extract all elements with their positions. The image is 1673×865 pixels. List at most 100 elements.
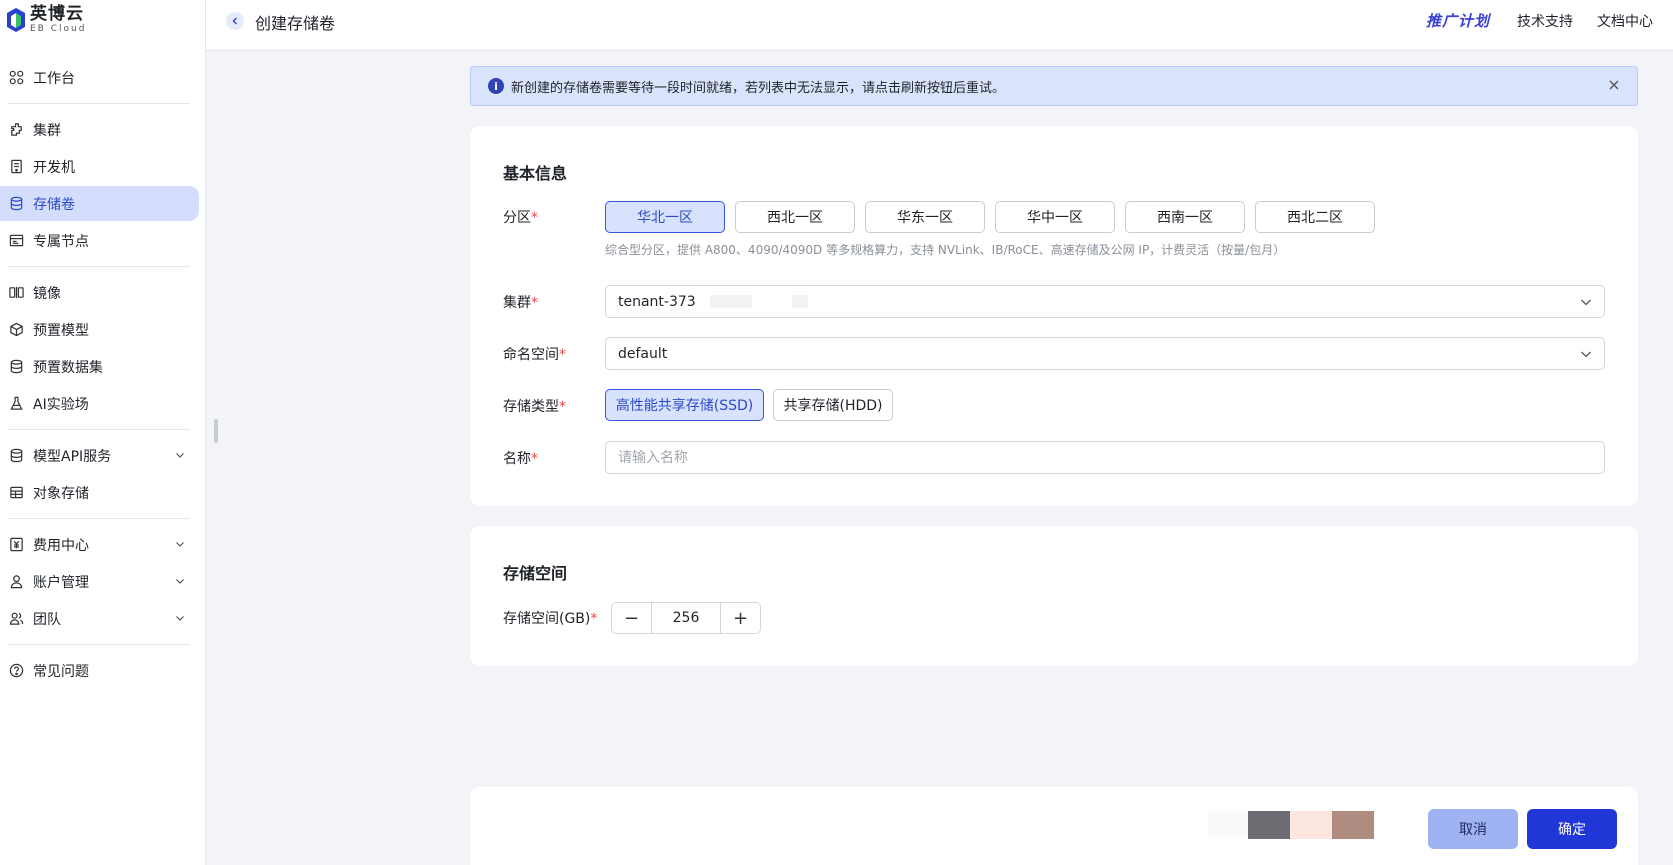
dashboard-icon xyxy=(8,70,24,86)
sidebar-item-label: 预置模型 xyxy=(33,322,89,339)
sidebar-item-label: 团队 xyxy=(33,611,61,628)
storage-size-stepper: − 256 + xyxy=(611,602,761,634)
storage-type-hdd-chip[interactable]: 共享存储(HDD) xyxy=(773,389,893,421)
region-chip-huazhong-1[interactable]: 华中一区 xyxy=(995,201,1115,233)
cluster-select[interactable]: tenant-373 xyxy=(605,285,1605,318)
cluster-label: 集群* xyxy=(503,292,538,312)
required-mark: * xyxy=(590,611,598,627)
sidebar-item-dedicated-node[interactable]: 专属节点 xyxy=(0,223,199,258)
chevron-down-icon xyxy=(176,579,184,584)
chevron-left-icon xyxy=(232,17,237,25)
sidebar-item-billing[interactable]: 费用中心 xyxy=(0,527,199,562)
required-mark: * xyxy=(531,295,538,311)
nav-divider xyxy=(8,103,190,104)
storage-type-ssd-chip[interactable]: 高性能共享存储(SSD) xyxy=(605,389,764,421)
nav-divider xyxy=(8,429,190,430)
decrement-button[interactable]: − xyxy=(612,603,651,633)
close-icon[interactable] xyxy=(1607,78,1621,92)
namespace-select[interactable]: default xyxy=(605,337,1605,370)
storage-type-label: 存储类型* xyxy=(503,396,566,416)
back-button[interactable] xyxy=(226,12,244,30)
confirm-button[interactable]: 确定 xyxy=(1527,809,1617,849)
storage-size-label: 存储空间(GB)* xyxy=(503,608,597,628)
sidebar-item-ai-lab[interactable]: AI实验场 xyxy=(0,386,199,421)
required-mark: * xyxy=(531,451,538,467)
brand-logo-icon xyxy=(7,8,25,32)
tech-support-link[interactable]: 技术支持 xyxy=(1517,11,1573,31)
database-icon xyxy=(8,196,24,212)
sidebar-nav: 工作台 集群 开发机 存储卷 专属节点 镜像 预置模型 预置数据集 AI实验场 … xyxy=(0,59,206,690)
sidebar-item-label: AI实验场 xyxy=(33,396,89,413)
docs-center-link[interactable]: 文档中心 xyxy=(1597,11,1653,31)
sidebar-item-label: 模型API服务 xyxy=(33,448,112,465)
sidebar-item-faq[interactable]: 常见问题 xyxy=(0,653,199,688)
sidebar-item-label: 工作台 xyxy=(33,70,75,87)
blurred-region xyxy=(1248,811,1290,839)
blurred-region xyxy=(1290,811,1332,839)
sidebar-resize-handle[interactable] xyxy=(214,419,218,443)
blurred-region xyxy=(1208,811,1250,839)
section-title: 基本信息 xyxy=(503,164,568,183)
storage-size-label-text: 存储空间(GB) xyxy=(503,611,591,627)
top-header: 创建存储卷 推广计划 技术支持 文档中心 xyxy=(206,0,1673,51)
sidebar-item-devbox[interactable]: 开发机 xyxy=(0,149,199,184)
brand-name-en: EB Cloud xyxy=(30,24,87,34)
sidebar-item-label: 存储卷 xyxy=(33,196,75,213)
image-icon xyxy=(8,285,24,301)
sidebar-item-storage-volume[interactable]: 存储卷 xyxy=(0,186,199,221)
cluster-label-text: 集群 xyxy=(503,295,531,311)
sidebar-item-preset-dataset[interactable]: 预置数据集 xyxy=(0,349,199,384)
region-chip-xinan-1[interactable]: 西南一区 xyxy=(1125,201,1245,233)
user-icon xyxy=(8,574,24,590)
dataset-icon xyxy=(8,359,24,375)
team-icon xyxy=(8,611,24,627)
promo-link[interactable]: 推广计划 xyxy=(1426,10,1490,31)
region-chip-xibei-1[interactable]: 西北一区 xyxy=(735,201,855,233)
cube-icon xyxy=(8,322,24,338)
name-input[interactable] xyxy=(605,441,1605,474)
region-chip-xibei-2[interactable]: 西北二区 xyxy=(1255,201,1375,233)
sidebar: 英博云 EB Cloud 工作台 集群 开发机 存储卷 专属节点 镜像 预置模型… xyxy=(0,0,206,865)
required-mark: * xyxy=(559,399,566,415)
brand-logo[interactable]: 英博云 EB Cloud xyxy=(6,6,86,34)
cancel-button[interactable]: 取消 xyxy=(1428,809,1518,849)
namespace-label-text: 命名空间 xyxy=(503,347,559,363)
region-chip-huadong-1[interactable]: 华东一区 xyxy=(865,201,985,233)
node-icon xyxy=(8,233,24,249)
chevron-down-icon xyxy=(176,453,184,458)
cluster-icon xyxy=(8,122,24,138)
yen-icon xyxy=(8,537,24,553)
nav-divider xyxy=(8,266,190,267)
chevron-down-icon xyxy=(1581,351,1591,358)
region-label-text: 分区 xyxy=(503,210,531,226)
sidebar-item-image[interactable]: 镜像 xyxy=(0,275,199,310)
sidebar-item-label: 常见问题 xyxy=(33,663,89,680)
name-label-text: 名称 xyxy=(503,451,531,467)
region-chip-huabei-1[interactable]: 华北一区 xyxy=(605,201,725,233)
sidebar-item-cluster[interactable]: 集群 xyxy=(0,112,199,147)
region-hint: 综合型分区，提供 A800、4090/4090D 等多规格算力，支持 NVLin… xyxy=(605,243,1286,257)
flask-icon xyxy=(8,396,24,412)
sidebar-item-preset-model[interactable]: 预置模型 xyxy=(0,312,199,347)
sidebar-item-object-storage[interactable]: 对象存储 xyxy=(0,475,199,510)
api-icon xyxy=(8,448,24,464)
sidebar-item-label: 镜像 xyxy=(33,285,61,302)
blurred-region xyxy=(1332,811,1374,839)
sidebar-item-workbench[interactable]: 工作台 xyxy=(0,60,199,95)
increment-button[interactable]: + xyxy=(721,603,760,633)
storage-size-value[interactable]: 256 xyxy=(651,603,721,633)
alert-message: 新创建的存储卷需要等待一段时间就绪，若列表中无法显示，请点击刷新按钮后重试。 xyxy=(511,80,1006,96)
form-footer: 取消 确定 xyxy=(470,787,1638,865)
sidebar-item-team[interactable]: 团队 xyxy=(0,601,199,636)
sidebar-item-label: 账户管理 xyxy=(33,574,89,591)
required-mark: * xyxy=(531,210,538,226)
question-icon xyxy=(8,663,24,679)
required-mark: * xyxy=(559,347,566,363)
sidebar-item-account[interactable]: 账户管理 xyxy=(0,564,199,599)
devbox-icon xyxy=(8,159,24,175)
storage-type-label-text: 存储类型 xyxy=(503,399,559,415)
namespace-value: default xyxy=(618,345,668,362)
redacted-text xyxy=(709,295,752,308)
sidebar-item-model-api[interactable]: 模型API服务 xyxy=(0,438,199,473)
region-label: 分区* xyxy=(503,207,538,227)
